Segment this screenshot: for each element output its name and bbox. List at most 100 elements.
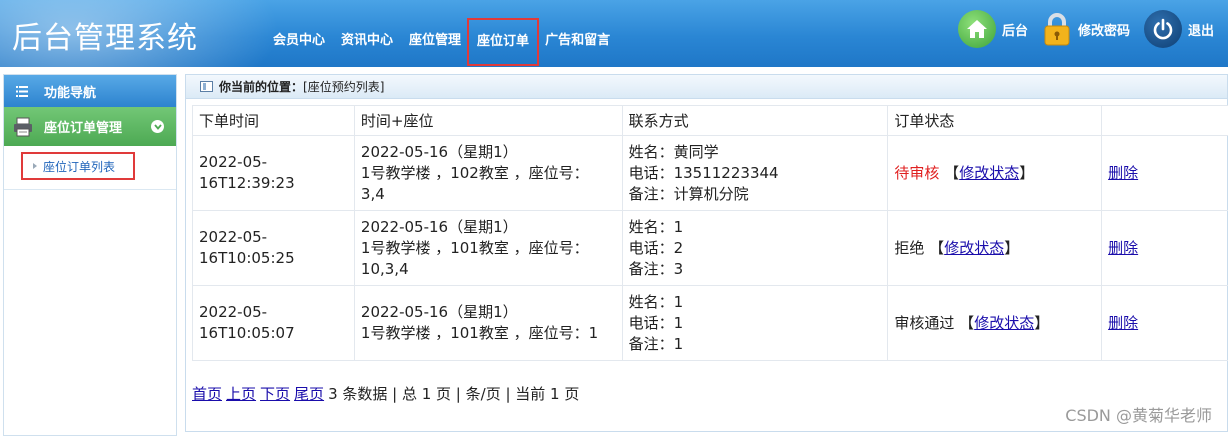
nav-seat-management[interactable]: 座位管理 bbox=[401, 31, 469, 51]
contact-cell: 姓名：1 电话：1 备注：1 bbox=[621, 285, 889, 361]
sidebar: 功能导航 座位订单管理 座位订单列表 bbox=[3, 74, 177, 436]
delete-link[interactable]: 删除 bbox=[1108, 314, 1138, 332]
change-password-button[interactable]: 修改密码 bbox=[1042, 10, 1130, 48]
seat-cell: 2022-05-16（星期1） 1号教学楼 ，101教室 ，座位号：1 bbox=[353, 285, 623, 361]
seat-date: 2022-05-16（星期1） bbox=[360, 217, 518, 236]
watermark: CSDN @黄菊华老师 bbox=[1065, 406, 1212, 425]
table-row: 2022-05- 16T12:39:23 2022-05-16（星期1） 1号教… bbox=[192, 135, 1228, 211]
order-time-cell: 2022-05- 16T12:39:23 bbox=[192, 135, 355, 211]
bracket-open: 【 bbox=[944, 163, 960, 182]
contact-name: 姓名：1 bbox=[628, 292, 684, 311]
breadcrumb: 你当前的位置： [座位预约列表] bbox=[186, 75, 1227, 99]
top-header: 后台管理系统 会员中心 资讯中心 座位管理 座位订单 广告和留言 后台 修改密码 bbox=[0, 0, 1228, 67]
sidebar-title: 功能导航 bbox=[44, 85, 97, 101]
actions-cell: 删除 bbox=[1101, 285, 1228, 361]
table-row: 2022-05- 16T10:05:07 2022-05-16（星期1） 1号教… bbox=[192, 285, 1228, 361]
status-text: 审核通过 bbox=[894, 313, 955, 332]
col-time-seat: 时间+座位 bbox=[353, 105, 623, 136]
actions-cell: 删除 bbox=[1101, 135, 1228, 211]
nav-member-center[interactable]: 会员中心 bbox=[265, 31, 333, 51]
home-button[interactable]: 后台 bbox=[957, 10, 1028, 48]
edit-status-link[interactable]: 修改状态 bbox=[944, 239, 1004, 257]
order-time-line1: 2022-05- bbox=[199, 228, 268, 246]
pager-next-link[interactable]: 下页 bbox=[260, 385, 290, 403]
sidebar-header: 功能导航 bbox=[4, 75, 176, 107]
document-icon bbox=[200, 81, 213, 92]
order-time-line1: 2022-05- bbox=[199, 153, 268, 171]
seat-numbers: 3,4 bbox=[360, 184, 385, 203]
sidebar-item-seat-order-list[interactable]: 座位订单列表 bbox=[21, 152, 135, 180]
contact-name: 姓名：1 bbox=[628, 217, 684, 236]
contact-phone: 电话：1 bbox=[628, 313, 684, 332]
sidebar-item-label: 座位订单列表 bbox=[43, 159, 116, 174]
col-contact: 联系方式 bbox=[621, 105, 889, 136]
nav-ads-messages[interactable]: 广告和留言 bbox=[537, 31, 618, 51]
table-header-row: 下单时间 时间+座位 联系方式 订单状态 bbox=[192, 105, 1228, 136]
home-icon bbox=[957, 10, 996, 48]
sidebar-group-seat-orders[interactable]: 座位订单管理 bbox=[4, 107, 176, 146]
seat-location: 1号教学楼 ，101教室 ，座位号： bbox=[360, 238, 589, 257]
seat-cell: 2022-05-16（星期1） 1号教学楼 ，101教室 ，座位号： 10,3,… bbox=[353, 210, 623, 286]
contact-note: 备注：计算机分院 bbox=[628, 184, 749, 203]
table-row: 2022-05- 16T10:05:25 2022-05-16（星期1） 1号教… bbox=[192, 210, 1228, 286]
main-panel: 你当前的位置： [座位预约列表] 下单时间 时间+座位 联系方式 订单状态 20… bbox=[185, 74, 1228, 432]
pager-last-link[interactable]: 尾页 bbox=[294, 385, 324, 403]
power-icon bbox=[1143, 10, 1182, 48]
status-text: 拒绝 bbox=[894, 238, 925, 257]
bracket-open: 【 bbox=[959, 313, 975, 332]
app-title: 后台管理系统 bbox=[12, 21, 198, 56]
sidebar-group-label: 座位订单管理 bbox=[44, 121, 123, 136]
contact-phone: 电话：13511223344 bbox=[628, 163, 779, 182]
chevron-down-icon[interactable] bbox=[151, 120, 164, 133]
seat-location: 1号教学楼 ，102教室 ，座位号： bbox=[360, 163, 589, 182]
lock-icon bbox=[1042, 10, 1072, 48]
edit-status-link[interactable]: 修改状态 bbox=[974, 314, 1034, 332]
delete-link[interactable]: 删除 bbox=[1108, 239, 1138, 257]
caret-right-icon bbox=[33, 163, 37, 169]
bracket-close: 】 bbox=[1004, 238, 1020, 257]
order-time-line1: 2022-05- bbox=[199, 303, 268, 321]
col-order-time: 下单时间 bbox=[192, 105, 355, 136]
seat-numbers: 10,3,4 bbox=[360, 259, 409, 278]
order-time-cell: 2022-05- 16T10:05:25 bbox=[192, 210, 355, 286]
status-text: 待审核 bbox=[894, 163, 940, 182]
pagination: 首页 上页 下页 尾页 3 条数据 | 总 1 页 | 条/页 | 当前 1 页 bbox=[192, 383, 579, 404]
list-icon bbox=[16, 85, 28, 97]
status-cell: 拒绝 【修改状态】 bbox=[887, 210, 1103, 286]
change-password-label: 修改密码 bbox=[1077, 23, 1130, 39]
contact-cell: 姓名：黄同学 电话：13511223344 备注：计算机分院 bbox=[621, 135, 889, 211]
order-time-line2: 16T10:05:07 bbox=[199, 324, 295, 342]
printer-icon bbox=[12, 116, 34, 138]
seat-location: 1号教学楼 ，101教室 ，座位号：1 bbox=[360, 324, 599, 342]
actions-cell: 删除 bbox=[1101, 210, 1228, 286]
logout-label: 退出 bbox=[1187, 23, 1214, 39]
contact-cell: 姓名：1 电话：2 备注：3 bbox=[621, 210, 889, 286]
status-cell: 审核通过 【修改状态】 bbox=[887, 285, 1103, 361]
pager-prev-link[interactable]: 上页 bbox=[226, 385, 256, 403]
order-time-line2: 16T10:05:25 bbox=[199, 249, 295, 267]
edit-status-link[interactable]: 修改状态 bbox=[959, 164, 1019, 182]
order-time-line2: 16T12:39:23 bbox=[199, 174, 295, 192]
sidebar-submenu: 座位订单列表 bbox=[4, 146, 176, 190]
nav-news-center[interactable]: 资讯中心 bbox=[333, 31, 401, 51]
breadcrumb-path: [座位预约列表] bbox=[303, 80, 385, 94]
pager-summary: 3 条数据 | 总 1 页 | 条/页 | 当前 1 页 bbox=[328, 385, 580, 403]
contact-phone: 电话：2 bbox=[628, 238, 684, 257]
delete-link[interactable]: 删除 bbox=[1108, 164, 1138, 182]
seat-cell: 2022-05-16（星期1） 1号教学楼 ，102教室 ，座位号： 3,4 bbox=[353, 135, 623, 211]
contact-note: 备注：1 bbox=[628, 334, 684, 353]
status-cell: 待审核 【修改状态】 bbox=[887, 135, 1103, 211]
seat-date: 2022-05-16（星期1） bbox=[360, 142, 518, 161]
logout-button[interactable]: 退出 bbox=[1143, 10, 1214, 48]
home-label: 后台 bbox=[1001, 23, 1028, 39]
nav-seat-orders[interactable]: 座位订单 bbox=[469, 20, 537, 64]
header-actions: 后台 修改密码 退出 bbox=[957, 10, 1228, 48]
contact-name: 姓名：黄同学 bbox=[628, 142, 719, 161]
seat-date: 2022-05-16（星期1） bbox=[360, 303, 518, 321]
col-actions bbox=[1101, 105, 1228, 136]
bracket-close: 】 bbox=[1034, 313, 1050, 332]
col-status: 订单状态 bbox=[887, 105, 1103, 136]
breadcrumb-label: 你当前的位置： bbox=[219, 80, 304, 94]
top-nav: 会员中心 资讯中心 座位管理 座位订单 广告和留言 bbox=[265, 31, 618, 64]
pager-first-link[interactable]: 首页 bbox=[192, 385, 222, 403]
